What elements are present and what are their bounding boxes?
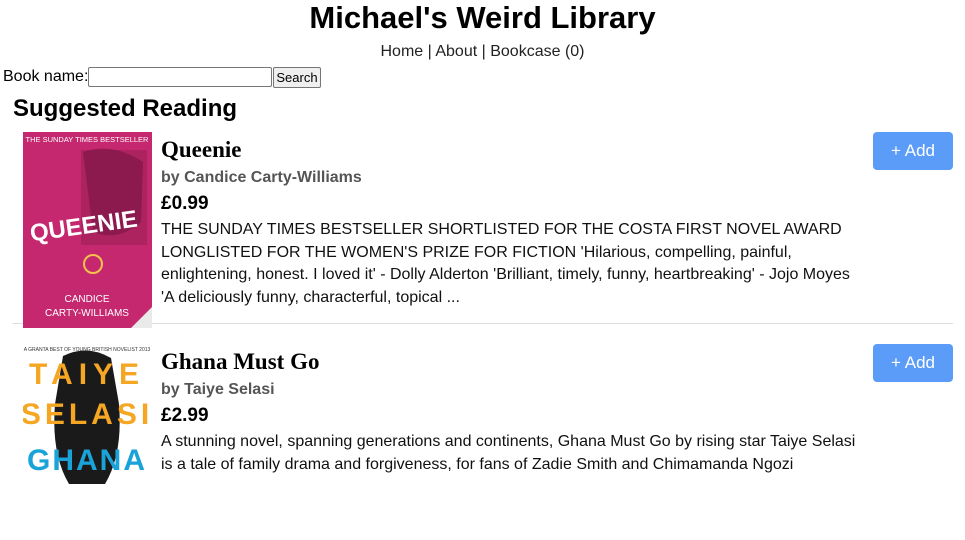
nav-separator: |	[481, 43, 486, 60]
cover-top-text: THE SUNDAY TIMES BESTSELLER	[26, 135, 150, 144]
book-title[interactable]: Ghana Must Go	[161, 348, 861, 376]
book-info: Ghana Must Go by Taiye Selasi £2.99 A st…	[161, 348, 861, 476]
nav-bookcase-link[interactable]: Bookcase (0)	[490, 43, 584, 60]
main-nav: Home | About | Bookcase (0)	[0, 42, 965, 62]
book-cover-image[interactable]: A GRANTA BEST OF YOUNG BRITISH NOVELIST …	[23, 344, 152, 540]
add-to-bookcase-button[interactable]: + Add	[873, 132, 953, 170]
search-button[interactable]: Search	[273, 66, 321, 88]
cover-line2: SELASI	[23, 398, 152, 431]
book-item: THE SUNDAY TIMES BESTSELLER QUEENIE CAND…	[13, 123, 953, 328]
search-form: Book name: Search	[3, 66, 965, 88]
nav-separator: |	[427, 43, 432, 60]
cover-author-line1: CANDICE	[64, 294, 109, 305]
cover-line1: TAIYE	[29, 358, 145, 391]
cover-author-line2: CARTY-WILLIAMS	[45, 308, 129, 319]
section-title: Suggested Reading	[13, 95, 238, 122]
book-cover-image[interactable]: THE SUNDAY TIMES BESTSELLER QUEENIE CAND…	[23, 132, 152, 328]
site-title: Michael's Weird Library	[309, 0, 656, 35]
nav-home-link[interactable]: Home	[381, 43, 424, 60]
book-price: £2.99	[161, 405, 209, 426]
nav-about-link[interactable]: About	[435, 43, 477, 60]
book-item: A GRANTA BEST OF YOUNG BRITISH NOVELIST …	[13, 324, 953, 540]
book-description: THE SUNDAY TIMES BESTSELLER SHORTLISTED …	[161, 221, 850, 306]
book-author: by Candice Carty-Williams	[161, 169, 362, 186]
book-author: by Taiye Selasi	[161, 381, 275, 398]
book-title[interactable]: Queenie	[161, 136, 861, 164]
search-input[interactable]	[88, 67, 273, 87]
book-description: A stunning novel, spanning generations a…	[161, 433, 856, 473]
book-info: Queenie by Candice Carty-Williams £0.99 …	[161, 136, 861, 309]
search-label: Book name:	[3, 68, 89, 85]
cover-line3: GHANA	[27, 444, 147, 477]
book-price: £0.99	[161, 193, 209, 214]
add-to-bookcase-button[interactable]: + Add	[873, 344, 953, 382]
